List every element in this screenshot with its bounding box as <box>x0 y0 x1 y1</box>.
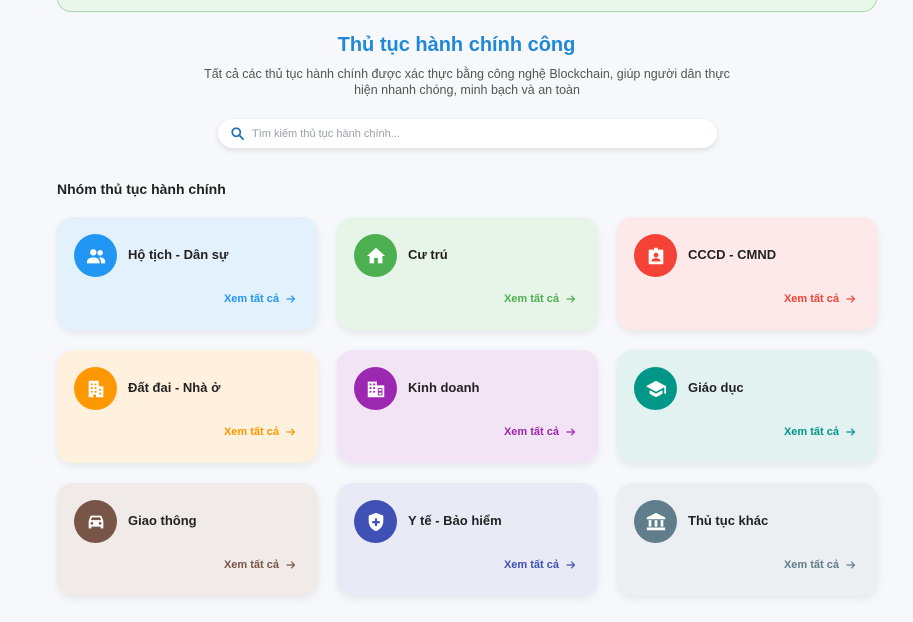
arrow-right-icon <box>286 295 296 303</box>
view-all-link[interactable]: Xem tất cả <box>784 559 857 571</box>
category-icon-circle <box>74 500 117 543</box>
view-all-label: Xem tất cả <box>223 426 279 438</box>
search-icon <box>231 127 244 140</box>
category-icon-circle <box>74 234 117 277</box>
category-card-y-te[interactable]: Y tế - Bảo hiểm Xem tất cả <box>337 483 598 596</box>
category-name: CCCD - CMND <box>688 247 777 262</box>
category-name: Thủ tục khác <box>688 513 769 528</box>
page-subtitle-line2: hiện nhanh chóng, minh bạch và an toàn <box>354 83 580 97</box>
page-title: Thủ tục hành chính công <box>337 34 576 56</box>
business-icon <box>367 381 384 397</box>
view-all-label: Xem tất cả <box>503 426 559 438</box>
category-card-giao-thong[interactable]: Giao thông Xem tất cả <box>57 483 318 596</box>
category-icon-circle <box>634 500 677 543</box>
view-all-label: Xem tất cả <box>783 426 839 438</box>
arrow-right-icon <box>846 428 856 436</box>
category-card-khac[interactable]: Thủ tục khác Xem tất cả <box>617 483 878 596</box>
view-all-link[interactable]: Xem tất cả <box>784 426 857 438</box>
section-title: Nhóm thủ tục hành chính <box>57 181 226 197</box>
category-name: Hộ tịch - Dân sự <box>128 247 229 262</box>
category-icon-circle <box>354 500 397 543</box>
search-bar[interactable] <box>218 119 717 148</box>
category-card-giao-duc[interactable]: Giáo dục Xem tất cả <box>617 350 878 463</box>
view-all-link[interactable]: Xem tất cả <box>784 293 857 305</box>
category-name: Y tế - Bảo hiểm <box>408 513 502 528</box>
institution-icon <box>646 512 665 530</box>
view-all-label: Xem tất cả <box>503 293 559 305</box>
view-all-label: Xem tất cả <box>503 559 559 571</box>
search-input[interactable] <box>252 127 692 140</box>
id-badge-icon <box>648 247 663 264</box>
view-all-label: Xem tất cả <box>783 559 839 571</box>
view-all-label: Xem tất cả <box>223 559 279 571</box>
view-all-label: Xem tất cả <box>223 293 279 305</box>
view-all-label: Xem tất cả <box>783 293 839 305</box>
category-name: Cư trú <box>408 247 448 262</box>
health-shield-icon <box>368 512 383 531</box>
category-name: Giao thông <box>128 513 197 528</box>
view-all-link[interactable]: Xem tất cả <box>504 559 577 571</box>
page-subtitle: Tất cả các thủ tục hành chính được xác t… <box>192 66 742 98</box>
category-icon-circle <box>354 367 397 410</box>
category-icon-circle <box>74 367 117 410</box>
view-all-link[interactable]: Xem tất cả <box>504 293 577 305</box>
category-card-cu-tru[interactable]: Cư trú Xem tất cả <box>337 217 598 330</box>
category-card-ho-tich[interactable]: Hộ tịch - Dân sự Xem tất cả <box>57 217 318 330</box>
page-subtitle-line1: Tất cả các thủ tục hành chính được xác t… <box>204 67 730 81</box>
category-name: Đất đai - Nhà ở <box>128 380 221 395</box>
arrow-right-icon <box>286 561 296 569</box>
view-all-link[interactable]: Xem tất cả <box>224 293 297 305</box>
view-all-link[interactable]: Xem tất cả <box>224 559 297 571</box>
arrow-right-icon <box>566 295 576 303</box>
category-grid: Hộ tịch - Dân sự Xem tất cả Cư trú Xem t… <box>57 217 878 596</box>
arrow-right-icon <box>566 428 576 436</box>
car-icon <box>88 515 103 528</box>
category-name: Giáo dục <box>688 380 744 395</box>
building-icon <box>88 380 103 397</box>
category-icon-circle <box>634 234 677 277</box>
view-all-link[interactable]: Xem tất cả <box>224 426 297 438</box>
people-icon <box>86 248 105 263</box>
arrow-right-icon <box>566 561 576 569</box>
graduation-cap-icon <box>645 380 666 397</box>
arrow-right-icon <box>846 561 856 569</box>
category-card-dat-dai[interactable]: Đất đai - Nhà ở Xem tất cả <box>57 350 318 463</box>
category-card-kinh-doanh[interactable]: Kinh doanh Xem tất cả <box>337 350 598 463</box>
category-card-cccd[interactable]: CCCD - CMND Xem tất cả <box>617 217 878 330</box>
arrow-right-icon <box>286 428 296 436</box>
top-banner <box>57 0 877 12</box>
category-icon-circle <box>354 234 397 277</box>
home-icon <box>366 247 385 263</box>
category-name: Kinh doanh <box>408 380 480 395</box>
view-all-link[interactable]: Xem tất cả <box>504 426 577 438</box>
arrow-right-icon <box>846 295 856 303</box>
category-icon-circle <box>634 367 677 410</box>
